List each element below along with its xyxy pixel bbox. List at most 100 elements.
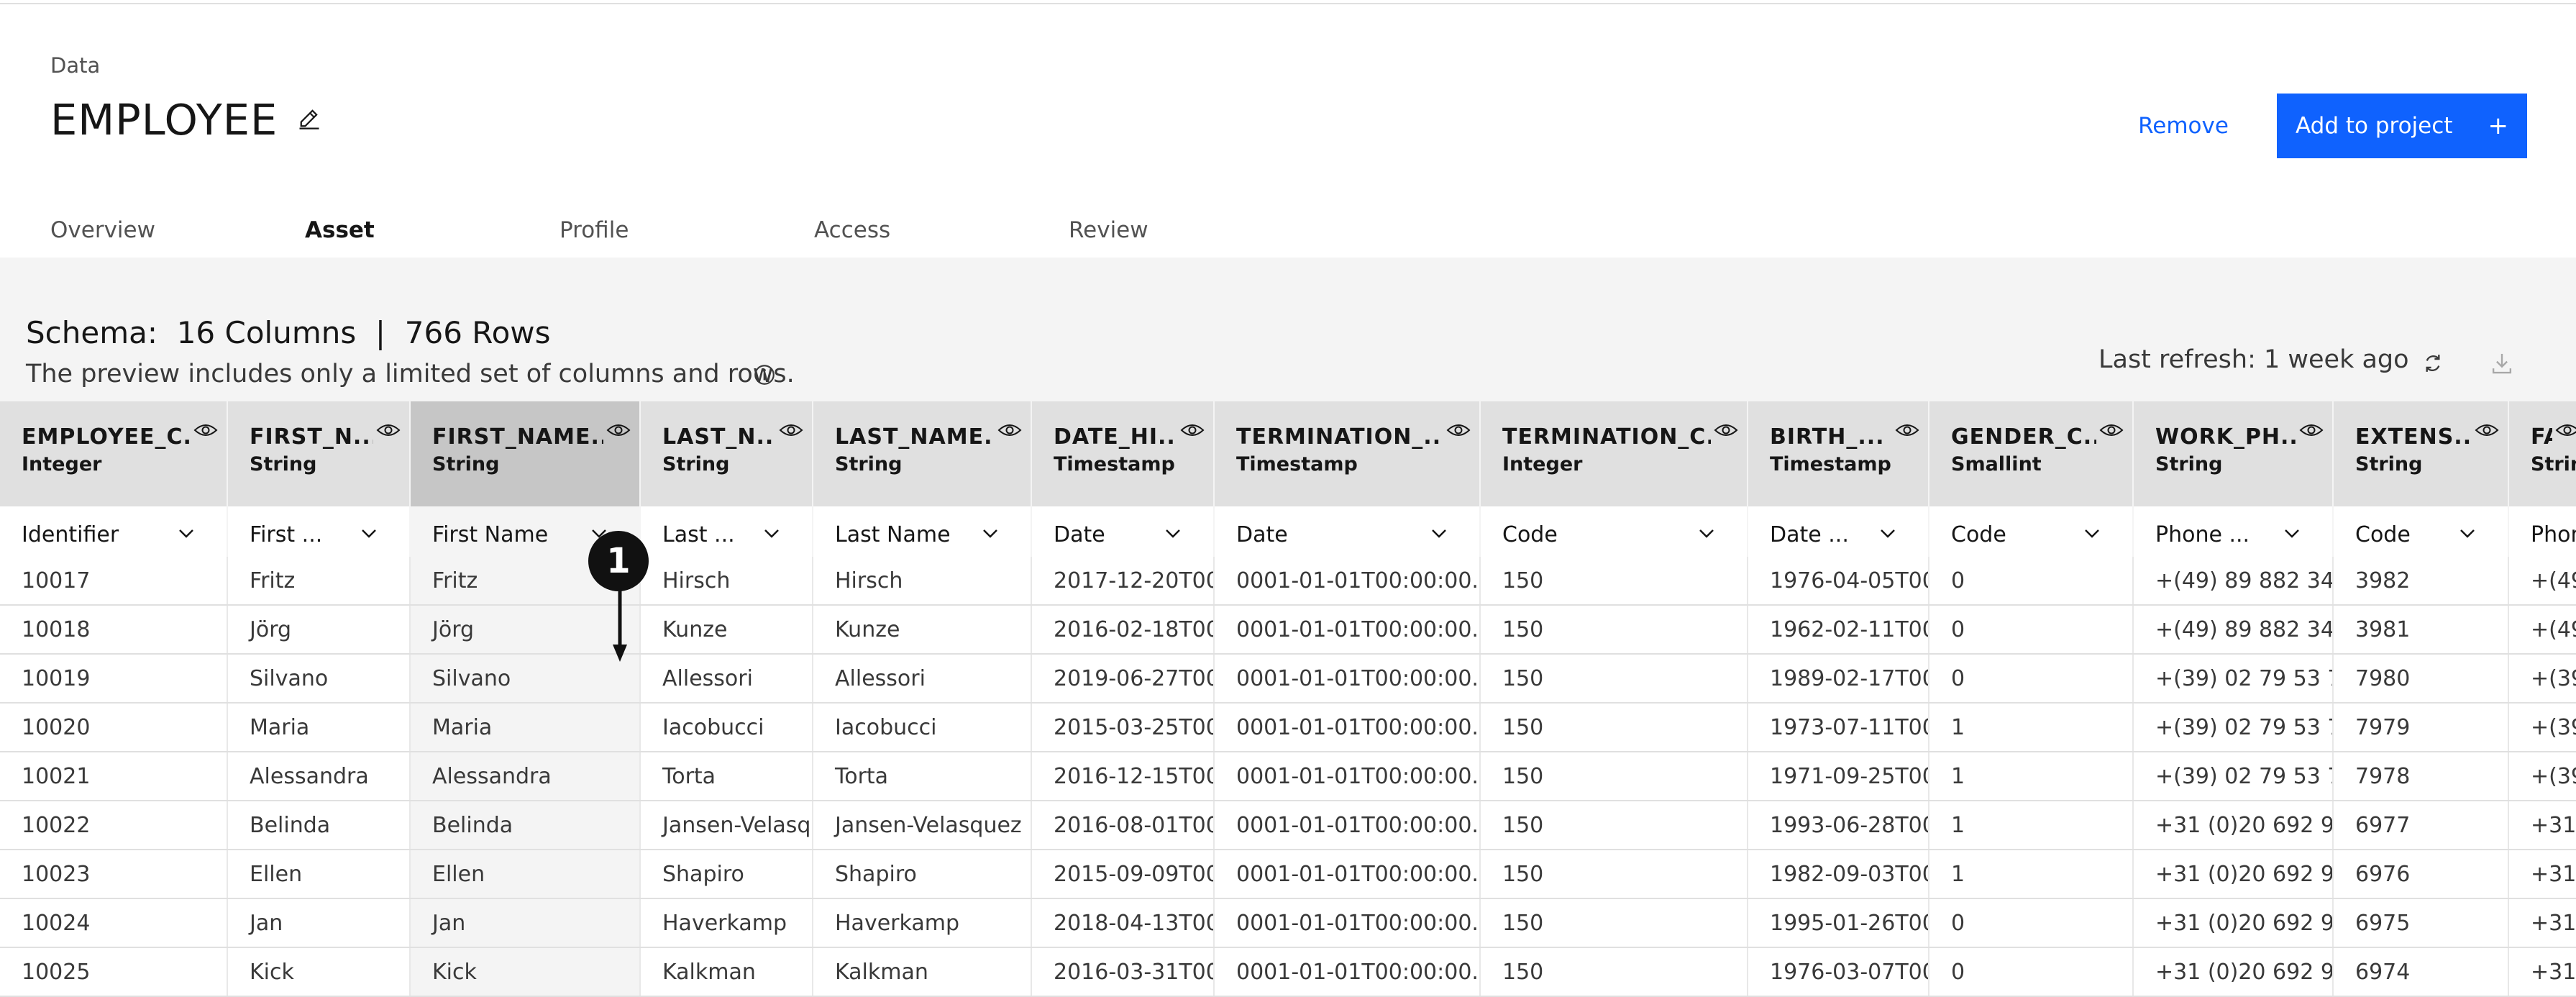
- eye-icon[interactable]: [1446, 422, 1471, 439]
- table-cell: 6976: [2333, 850, 2509, 899]
- column-header[interactable]: GENDER_C... Smallint: [1929, 401, 2134, 506]
- column-header[interactable]: EMPLOYEE_C... Integer: [0, 401, 228, 506]
- table-cell: +31 (: [2508, 898, 2576, 948]
- table-cell: Alessandra: [227, 752, 411, 801]
- eye-icon[interactable]: [1895, 422, 1919, 439]
- table-cell: 0: [1929, 557, 2134, 606]
- column-header[interactable]: TERMINATION_C... Integer: [1480, 401, 1748, 506]
- table-cell: 7978: [2333, 752, 2509, 801]
- column-name: WORK_PH...: [2155, 424, 2296, 450]
- eye-icon[interactable]: [2555, 422, 2576, 439]
- column-header[interactable]: LAST_NAME... String: [813, 401, 1032, 506]
- tab-access[interactable]: Access: [790, 207, 1044, 262]
- column-name: FIRST_N...: [250, 424, 373, 450]
- classification-dropdown[interactable]: First ...: [227, 506, 411, 557]
- info-icon[interactable]: [752, 363, 777, 387]
- remove-button[interactable]: Remove: [2133, 94, 2234, 158]
- classification-dropdown[interactable]: Code: [1480, 506, 1748, 557]
- classification-dropdown[interactable]: Phone ...: [2133, 506, 2334, 557]
- tab-review[interactable]: Review: [1044, 207, 1299, 262]
- classification-dropdown[interactable]: Code: [2333, 506, 2509, 557]
- tab-asset[interactable]: Asset: [280, 207, 535, 262]
- table-cell: Jan: [227, 898, 411, 948]
- table-row[interactable]: 10017 Fritz Fritz Hirsch Hirsch 2017-12-20T00…: [0, 557, 2576, 606]
- column-header[interactable]: LAST_N... String: [640, 401, 813, 506]
- eye-icon[interactable]: [606, 422, 631, 439]
- table-cell: 0001-01-01T00:00:00.0: [1214, 605, 1481, 655]
- table-cell: Kick: [410, 947, 641, 997]
- table-cell: 1971-09-25T00: [1748, 752, 1929, 801]
- classification-dropdown[interactable]: Date: [1214, 506, 1481, 557]
- eye-icon[interactable]: [997, 422, 1022, 439]
- classification-dropdown[interactable]: Phon: [2508, 506, 2576, 557]
- classification-dropdown[interactable]: Code: [1929, 506, 2134, 557]
- table-cell: 150: [1480, 703, 1748, 752]
- eye-icon[interactable]: [779, 422, 803, 439]
- eye-icon[interactable]: [1714, 422, 1738, 439]
- table-cell: 10022: [0, 801, 228, 850]
- refresh-icon[interactable]: [2419, 350, 2447, 377]
- chevron-down-icon: [1699, 529, 1714, 538]
- table-cell: Ellen: [410, 850, 641, 899]
- table-cell: +(39): [2508, 654, 2576, 704]
- edit-pencil-icon[interactable]: [296, 105, 322, 131]
- tab-profile[interactable]: Profile: [535, 207, 790, 262]
- eye-icon[interactable]: [2475, 422, 2499, 439]
- eye-icon[interactable]: [193, 422, 218, 439]
- last-refresh-text: Last refresh: 1 week ago: [2098, 345, 2409, 374]
- classification-dropdown[interactable]: Last ...: [640, 506, 813, 557]
- table-row[interactable]: 10019 Silvano Silvano Allessori Allessori 201…: [0, 654, 2576, 704]
- table-cell: 10023: [0, 850, 228, 899]
- tab-overview[interactable]: Overview: [26, 207, 280, 262]
- classification-dropdown[interactable]: Identifier: [0, 506, 228, 557]
- table-cell: +(49): [2508, 605, 2576, 655]
- column-header[interactable]: WORK_PH... String: [2133, 401, 2334, 506]
- column-name: TERMINATION_C...: [1502, 424, 1711, 450]
- table-row[interactable]: 10020 Maria Maria Iacobucci Iacobucci 2015-03…: [0, 703, 2576, 752]
- eye-icon[interactable]: [2299, 422, 2324, 439]
- column-header[interactable]: FIRST_NAME... String: [410, 401, 641, 506]
- breadcrumb[interactable]: Data: [50, 53, 100, 78]
- table-cell: Haverkamp: [813, 898, 1032, 948]
- table-cell: 2015-03-25T00: [1031, 703, 1215, 752]
- column-header[interactable]: DATE_HI... Timestamp: [1031, 401, 1215, 506]
- table-cell: Iacobucci: [640, 703, 813, 752]
- table-cell: 0: [1929, 605, 2134, 655]
- eye-icon[interactable]: [376, 422, 401, 439]
- table-row[interactable]: 10021 Alessandra Alessandra Torta Torta 2016-…: [0, 752, 2576, 801]
- column-header[interactable]: FIRST_N... String: [227, 401, 411, 506]
- eye-icon[interactable]: [2099, 422, 2124, 439]
- classification-value: Last ...: [662, 522, 735, 547]
- download-icon[interactable]: [2488, 350, 2516, 377]
- table-row[interactable]: 10018 Jörg Jörg Kunze Kunze 2016-02-18T00 0001…: [0, 605, 2576, 655]
- table-cell: Jansen-Velasquez: [813, 801, 1032, 850]
- table-cell: 150: [1480, 801, 1748, 850]
- classification-dropdown[interactable]: Date: [1031, 506, 1215, 557]
- preview-note: The preview includes only a limited set …: [26, 360, 795, 388]
- column-header[interactable]: TERMINATION_... Timestamp: [1214, 401, 1481, 506]
- table-cell: 150: [1480, 947, 1748, 997]
- column-name: GENDER_C...: [1951, 424, 2096, 450]
- classification-dropdown[interactable]: Date ...: [1748, 506, 1929, 557]
- column-header[interactable]: BIRTH_... Timestamp: [1748, 401, 1929, 506]
- table-row[interactable]: 10024 Jan Jan Haverkamp Haverkamp 2018-04-13T…: [0, 898, 2576, 948]
- column-header[interactable]: FAX String: [2508, 401, 2576, 506]
- classification-value: Code: [2355, 522, 2411, 547]
- column-name: EXTENS...: [2355, 424, 2472, 450]
- table-cell: 0001-01-01T00:00:00.0: [1214, 654, 1481, 704]
- table-cell: +(39) 02 79 53 78: [2133, 654, 2334, 704]
- chevron-down-icon: [764, 529, 779, 538]
- classification-dropdown[interactable]: Last Name: [813, 506, 1032, 557]
- table-cell: Jörg: [410, 605, 641, 655]
- column-type: Timestamp: [1236, 453, 1358, 475]
- eye-icon[interactable]: [1180, 422, 1205, 439]
- column-header[interactable]: EXTENS... String: [2333, 401, 2509, 506]
- table-cell: Jörg: [227, 605, 411, 655]
- table-cell: 150: [1480, 654, 1748, 704]
- table-cell: Allessori: [813, 654, 1032, 704]
- table-row[interactable]: 10023 Ellen Ellen Shapiro Shapiro 2015-09-09T…: [0, 850, 2576, 899]
- table-row[interactable]: 10025 Kick Kick Kalkman Kalkman 2016-03-31T00…: [0, 947, 2576, 997]
- add-to-project-button[interactable]: Add to project +: [2277, 94, 2527, 158]
- table-row[interactable]: 10022 Belinda Belinda Jansen-Velasqu Jansen-…: [0, 801, 2576, 850]
- table-cell: +31 (0)20 692 93: [2133, 801, 2334, 850]
